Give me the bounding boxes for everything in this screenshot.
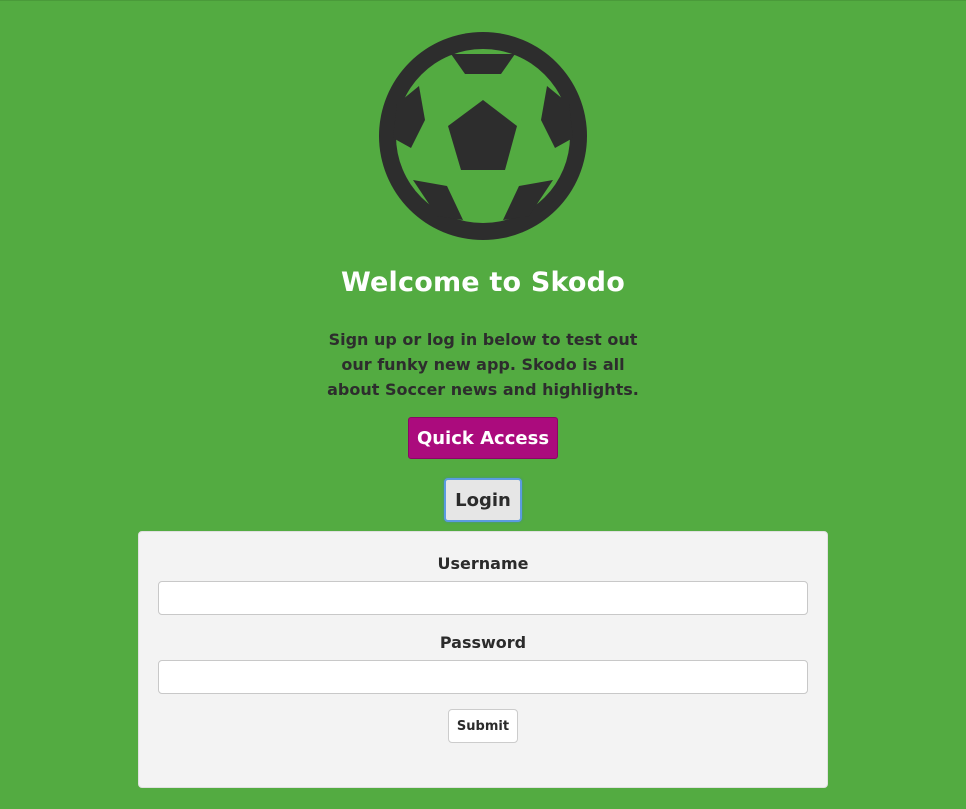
page-title: Welcome to Skodo [341, 267, 625, 298]
username-label: Username [437, 554, 529, 573]
password-input[interactable] [158, 660, 808, 694]
intro-text: Sign up or log in below to test out our … [327, 330, 639, 399]
password-label: Password [439, 633, 527, 652]
quick-access-button[interactable]: Quick Access [408, 417, 558, 459]
submit-button[interactable]: Submit [448, 709, 518, 743]
login-button[interactable]: Login [444, 478, 522, 522]
landing-page: Welcome to Skodo Sign up or log in below… [0, 0, 966, 809]
soccer-ball-icon [377, 30, 589, 242]
login-form: Username Password Submit [138, 531, 828, 788]
username-input[interactable] [158, 581, 808, 615]
